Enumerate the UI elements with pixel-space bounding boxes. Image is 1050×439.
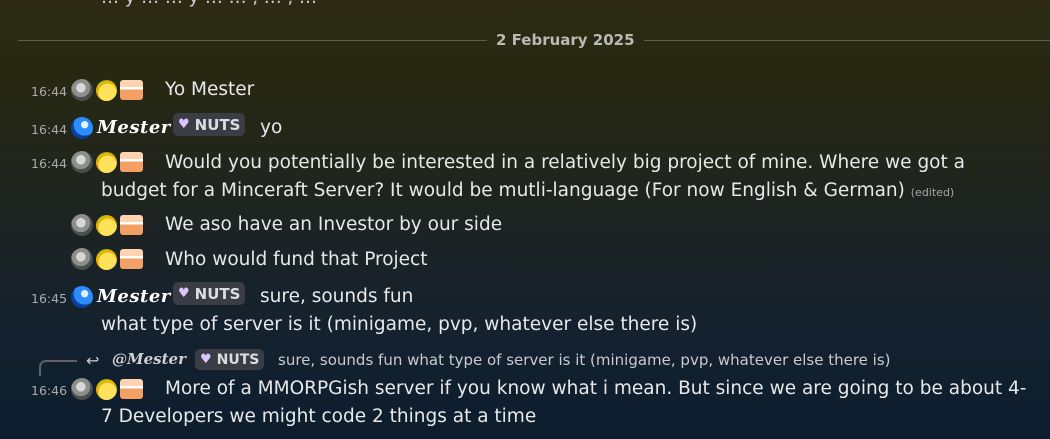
lemon-avatar-icon xyxy=(96,79,117,101)
message-timestamp: 16:44 xyxy=(31,156,68,171)
mester-avatar[interactable] xyxy=(71,117,93,139)
message-text: yo xyxy=(260,117,283,138)
message-row[interactable]: 16:44 Would you potentially be intereste… xyxy=(0,150,1050,206)
reply-server-tag[interactable]: ♥ NUTS xyxy=(195,349,265,370)
heart-icon: ♥ xyxy=(178,286,190,301)
blue-avatar-icon xyxy=(71,117,93,139)
server-tag-label: NUTS xyxy=(194,284,241,303)
gray-avatar-icon xyxy=(71,248,93,270)
username-mester[interactable]: Mester xyxy=(97,286,171,307)
partially-visible-previous-message: … y … … y … … , … , … xyxy=(101,0,317,8)
fruit-user-avatars[interactable] xyxy=(71,214,143,236)
message-text: Yo Mester xyxy=(165,79,255,100)
reply-username[interactable]: @Mester xyxy=(112,350,186,368)
username-mester[interactable]: Mester xyxy=(97,117,171,138)
message-row[interactable]: Who would fund that Project xyxy=(0,248,1050,276)
message-text: Would you potentially be interested in a… xyxy=(101,149,1036,207)
lemon-avatar-icon xyxy=(96,248,117,270)
message-text: sure, sounds fun xyxy=(260,286,414,307)
reply-arrow-icon: ↩ xyxy=(86,351,100,370)
server-tag-label: NUTS xyxy=(194,115,241,134)
server-tag[interactable]: ♥ NUTS xyxy=(173,113,246,136)
server-tag[interactable]: ♥ NUTS xyxy=(173,282,246,305)
message-row[interactable]: We aso have an Investor by our side xyxy=(0,214,1050,242)
message-timestamp: 16:44 xyxy=(31,122,68,137)
gray-avatar-icon xyxy=(71,378,93,400)
message-row[interactable]: 16:46 More of a MMORPGish server if you … xyxy=(0,377,1050,433)
message-body: Would you potentially be interested in a… xyxy=(101,152,965,201)
cake-avatar-icon xyxy=(120,80,143,100)
message-row[interactable]: 16:45 Mester ♥ NUTS sure, sounds fun wha… xyxy=(0,282,1050,341)
reply-connector xyxy=(39,360,77,376)
message-text: Who would fund that Project xyxy=(165,249,428,270)
message-continuation-text: what type of server is it (minigame, pvp… xyxy=(101,314,698,335)
message-text: We aso have an Investor by our side xyxy=(165,214,503,235)
date-divider-label: 2 February 2025 xyxy=(487,31,644,49)
blue-avatar-icon xyxy=(71,286,93,308)
lemon-avatar-icon xyxy=(96,214,117,236)
cake-avatar-icon xyxy=(120,215,143,235)
gray-avatar-icon xyxy=(71,214,93,236)
heart-icon: ♥ xyxy=(178,117,190,132)
gray-avatar-icon xyxy=(71,79,93,101)
heart-icon: ♥ xyxy=(200,352,212,367)
message-text: More of a MMORPGish server if you know w… xyxy=(101,378,1027,427)
gray-avatar-icon xyxy=(71,151,93,173)
message-row[interactable]: 16:44 Yo Mester xyxy=(0,79,1050,107)
mester-avatar[interactable] xyxy=(71,286,93,308)
reply-server-tag-label: NUTS xyxy=(216,351,260,368)
fruit-user-avatars[interactable] xyxy=(71,248,143,270)
message-timestamp: 16:45 xyxy=(31,291,68,306)
message-row[interactable]: 16:44 Mester ♥ NUTS yo xyxy=(0,113,1050,144)
fruit-user-avatars[interactable] xyxy=(71,79,143,101)
message-timestamp: 16:46 xyxy=(31,383,68,398)
message-timestamp: 16:44 xyxy=(31,84,68,99)
cake-avatar-icon xyxy=(120,249,143,269)
edited-label: (edited) xyxy=(910,186,955,199)
reply-preview-text[interactable]: sure, sounds fun what type of server is … xyxy=(278,351,891,369)
